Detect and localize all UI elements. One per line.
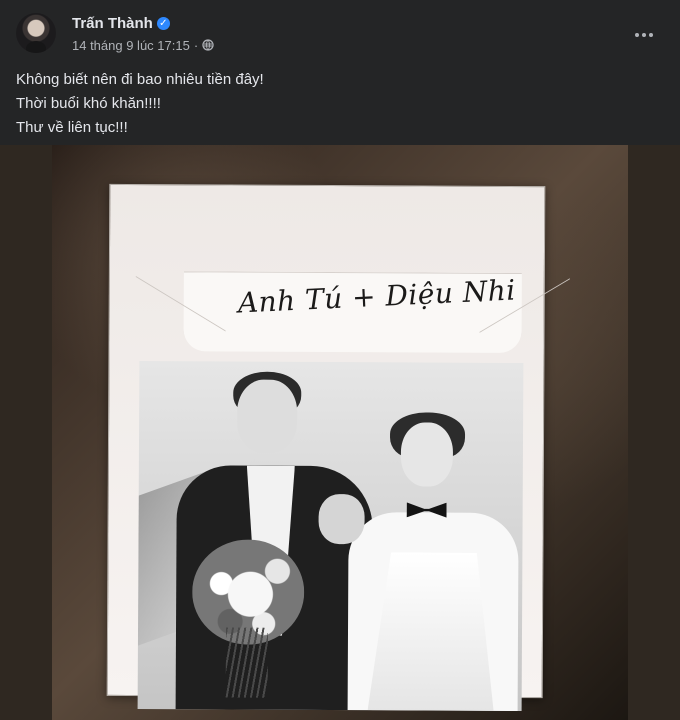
- bouquet-stems: [225, 627, 269, 698]
- more-dot: [642, 33, 646, 37]
- post-photo[interactable]: Anh Tú + Diệu Nhi: [0, 145, 680, 720]
- author-avatar[interactable]: [16, 13, 56, 53]
- facebook-post: Trấn Thành ✓ 14 tháng 9 lúc 17:15 · Khôn…: [0, 0, 680, 720]
- post-caption: Không biết nên đi bao nhiêu tiền đây! Th…: [16, 68, 636, 140]
- author-row: Trấn Thành ✓: [72, 13, 170, 33]
- caption-line-3: Thư về liên tục!!!: [16, 119, 128, 136]
- caption-line-2: Thời buổi khó khăn!!!!: [16, 95, 161, 112]
- photo-left-edge: [0, 145, 52, 720]
- bride-face: [400, 422, 454, 487]
- globe-icon[interactable]: [202, 39, 214, 51]
- verified-badge-icon: ✓: [156, 16, 170, 30]
- caption-line-1: Không biết nên đi bao nhiêu tiền đây!: [16, 71, 264, 88]
- meta-separator: ·: [193, 37, 199, 53]
- more-dot: [649, 33, 653, 37]
- more-dot: [635, 33, 639, 37]
- wedding-invitation-card: Anh Tú + Diệu Nhi: [106, 183, 546, 712]
- wedding-photo: [137, 361, 524, 712]
- post-meta: 14 tháng 9 lúc 17:15 ·: [72, 36, 214, 54]
- post-header: Trấn Thành ✓ 14 tháng 9 lúc 17:15 ·: [0, 0, 680, 62]
- photo-right-edge: [628, 145, 680, 720]
- held-hands: [318, 493, 365, 545]
- groom-face: [236, 379, 298, 453]
- more-options-icon[interactable]: [632, 23, 656, 47]
- post-timestamp[interactable]: 14 tháng 9 lúc 17:15: [72, 38, 190, 53]
- author-name[interactable]: Trấn Thành: [72, 15, 153, 32]
